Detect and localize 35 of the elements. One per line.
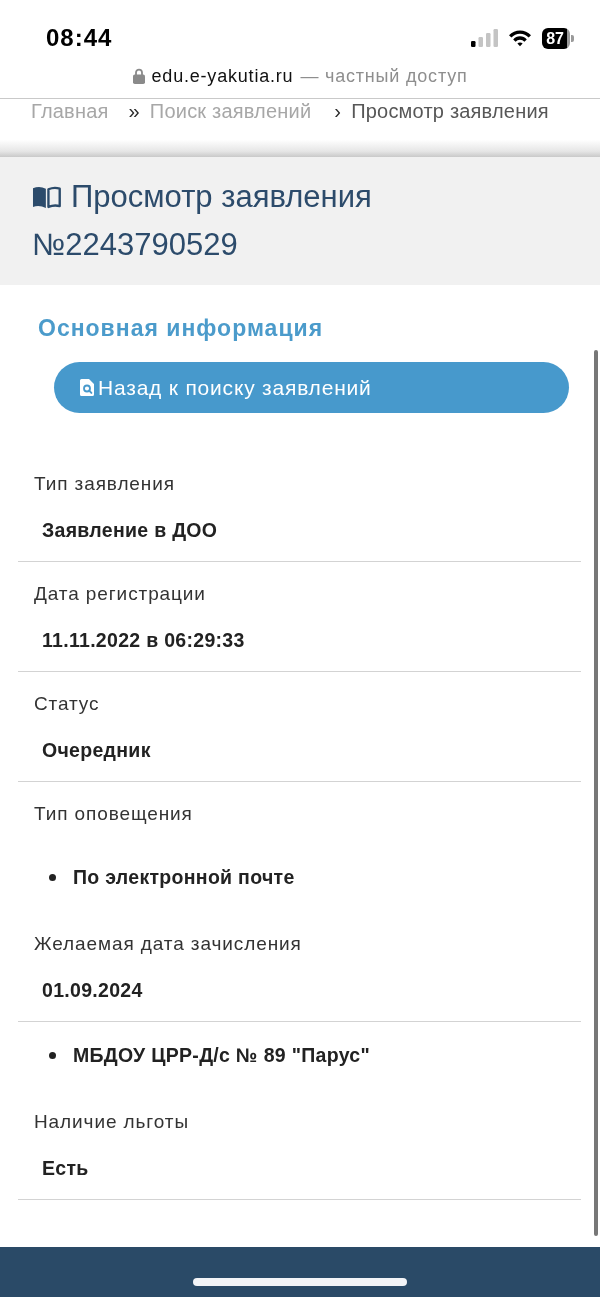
field-label: Тип заявления	[34, 472, 175, 496]
breadcrumb-link[interactable]: Главная	[31, 99, 109, 123]
bullet-icon	[49, 1051, 56, 1059]
breadcrumb-separator: ›	[334, 99, 342, 123]
document-search-icon	[80, 379, 94, 396]
book-icon	[32, 185, 61, 209]
field-value: Заявление в ДОО	[42, 518, 218, 542]
address-note: — частный доступ	[300, 65, 468, 88]
field-label: Наличие льготы	[34, 1110, 189, 1134]
lock-icon	[132, 68, 145, 84]
bullet-icon	[49, 873, 56, 881]
field-label: Желаемая дата зачисления	[34, 932, 302, 956]
list-item-text: По электронной почте	[73, 865, 295, 889]
field-label: Статус	[34, 692, 100, 716]
page-title: Просмотр заявления	[71, 178, 372, 216]
field-value: Очередник	[42, 738, 151, 762]
address-url[interactable]: edu.e-yakutia.ru	[151, 62, 294, 90]
section-title: Основная информация	[38, 314, 324, 342]
home-indicator[interactable]	[193, 1278, 407, 1286]
breadcrumb-link[interactable]: Поиск заявлений	[149, 99, 312, 123]
breadcrumb-current: Просмотр заявления	[351, 99, 549, 123]
field-label: Дата регистрации	[34, 582, 206, 606]
field-value: Есть	[42, 1156, 89, 1180]
field-value: 01.09.2024	[42, 978, 143, 1002]
list-item-text: МБДОУ ЦРР-Д/с № 89 "Парус"	[73, 1043, 370, 1067]
breadcrumb-separator: »	[128, 99, 140, 123]
application-number: №2243790529	[32, 226, 238, 264]
battery-tip-icon	[571, 34, 574, 42]
status-time: 08:44	[46, 24, 113, 52]
field-label: Тип оповещения	[34, 802, 193, 826]
field-value: 11.11.2022 в 06:29:33	[42, 628, 245, 652]
battery-indicator: 87	[542, 27, 570, 49]
signal-icon	[471, 29, 499, 47]
wifi-icon	[508, 29, 533, 47]
back-to-search-button[interactable]: Назад к поиску заявлений	[54, 362, 569, 413]
